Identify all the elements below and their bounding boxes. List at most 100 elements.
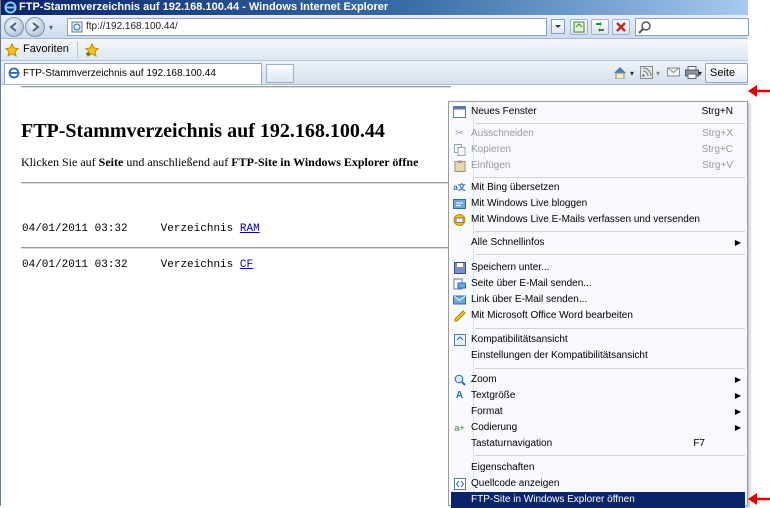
menu-label: Zoom — [471, 374, 497, 385]
bottom-rule — [21, 247, 451, 249]
print-icon[interactable] — [685, 66, 699, 80]
favorites-button[interactable]: Favoriten — [23, 43, 69, 55]
menu-label: Quellcode anzeigen — [471, 478, 560, 489]
menu-label: Mit Bing übersetzen — [471, 182, 560, 193]
back-button[interactable] — [4, 17, 24, 37]
menu-item-zoom[interactable]: Zoom ▶ — [451, 372, 745, 388]
chevron-down-icon — [555, 25, 561, 28]
menu-label: Tastaturnavigation — [471, 438, 553, 449]
window-title: FTP-Stammverzeichnis auf 192.168.100.44 … — [19, 1, 389, 13]
address-field[interactable]: ftp://192.168.100.44/ — [67, 18, 547, 36]
refresh-button[interactable] — [591, 19, 609, 35]
seite-dropdown-menu: Neues Fenster Strg+N ✂ Ausschneiden Strg+X… — [448, 101, 748, 508]
add-favorite-icon[interactable] — [85, 43, 99, 57]
title-bar: FTP-Stammverzeichnis auf 192.168.100.44 … — [1, 0, 748, 15]
print-dropdown-icon[interactable]: ▾ — [698, 69, 702, 83]
menu-item-textgroesse[interactable]: A Textgröße ▶ — [451, 388, 745, 404]
menu-item-neues-fenster[interactable]: Neues Fenster Strg+N — [451, 104, 745, 120]
menu-label: Neues Fenster — [471, 106, 537, 117]
page-icon — [71, 21, 83, 33]
menu-item-kopieren[interactable]: Kopieren Strg+C — [451, 142, 745, 158]
menu-label: Speichern unter... — [471, 262, 550, 273]
save-icon — [453, 262, 466, 274]
hint-ftp-site: FTP-Site in Windows Explorer öffne — [231, 155, 419, 169]
menu-item-live-mail[interactable]: Mit Windows Live E-Mails verfassen und v… — [451, 212, 745, 228]
menu-separator — [475, 254, 745, 255]
menu-item-kompatibilitaet-einstellungen[interactable]: Einstellungen der Kompatibilitätsansicht — [451, 348, 745, 364]
menu-separator — [475, 368, 745, 369]
menu-item-einfuegen[interactable]: Einfügen Strg+V — [451, 158, 745, 174]
textsize-icon: A — [455, 390, 464, 401]
compatibility-button[interactable] — [570, 19, 588, 35]
feeds-icon[interactable] — [640, 66, 653, 80]
address-dropdown-button[interactable] — [551, 19, 565, 34]
back-arrow-icon — [9, 22, 17, 32]
hint-mid: und anschließend auf — [123, 155, 232, 169]
folder-link-ram[interactable]: RAM — [240, 223, 260, 235]
feeds-dropdown-icon[interactable]: ▾ — [656, 69, 660, 83]
menu-shortcut: Strg+X — [702, 128, 733, 139]
mail-icon[interactable] — [667, 66, 680, 80]
menu-separator — [475, 231, 745, 232]
menu-label: Alle Schnellinfos — [471, 237, 545, 248]
favorites-bar: Favoriten — [1, 39, 748, 61]
menu-item-format[interactable]: Format ▶ — [451, 404, 745, 420]
menu-item-word-edit[interactable]: Mit Microsoft Office Word bearbeiten — [451, 308, 745, 324]
source-icon — [453, 478, 466, 490]
menu-item-ausschneiden[interactable]: ✂ Ausschneiden Strg+X — [451, 126, 745, 142]
mail-page-icon — [453, 278, 466, 290]
menu-item-quellcode[interactable]: Quellcode anzeigen — [451, 476, 745, 492]
stop-x-icon — [616, 22, 626, 32]
menu-item-kompatibilitaet[interactable]: Kompatibilitätsansicht — [451, 332, 745, 348]
menu-item-codierung[interactable]: a+ Codierung ▶ — [451, 420, 745, 436]
menu-item-schnellinfos[interactable]: Alle Schnellinfos ▶ — [451, 235, 745, 251]
menu-item-live-blog[interactable]: Mit Windows Live bloggen — [451, 196, 745, 212]
menu-separator — [475, 455, 745, 456]
forward-arrow-icon — [32, 22, 40, 32]
menu-label: Kopieren — [471, 144, 512, 155]
menu-item-bing-translate[interactable]: a文 Mit Bing übersetzen — [451, 180, 745, 196]
menu-label: Ausschneiden — [471, 128, 534, 139]
hint-seite: Seite — [98, 155, 124, 169]
menu-item-speichern-unter[interactable]: Speichern unter... — [451, 260, 745, 276]
pencil-icon — [453, 310, 466, 322]
seite-menu-button[interactable]: Seite ▾ — [705, 63, 748, 97]
submenu-arrow-icon: ▶ — [734, 238, 741, 247]
menu-item-tastaturnavigation[interactable]: Tastaturnavigation F7 — [451, 436, 745, 452]
refresh-icon — [596, 22, 604, 32]
copy-icon — [453, 144, 466, 156]
scissors-icon: ✂ — [455, 128, 464, 139]
menu-label: Kompatibilitätsansicht — [471, 334, 568, 345]
tab-bar: FTP-Stammverzeichnis auf 192.168.100.44 … — [1, 61, 748, 97]
home-dropdown-icon[interactable]: ▾ — [630, 69, 634, 83]
menu-item-eigenschaften[interactable]: Eigenschaften — [451, 460, 745, 476]
folder-link-cf[interactable]: CF — [240, 259, 253, 271]
ie-tab-icon — [8, 67, 20, 79]
menu-label: Mit Microsoft Office Word bearbeiten — [471, 310, 633, 321]
menu-label: Format — [471, 406, 503, 417]
favorites-star-icon — [5, 43, 19, 57]
new-tab-button[interactable] — [266, 64, 294, 83]
zoom-icon — [453, 374, 466, 386]
address-toolbar: ▾ ftp://192.168.100.44/ — [1, 15, 749, 39]
row-type: Verzeichnis — [160, 259, 234, 271]
menu-shortcut: Strg+V — [702, 160, 733, 171]
tab-label: FTP-Stammverzeichnis auf 192.168.100.44 — [23, 68, 216, 79]
menu-label: Einstellungen der Kompatibilitätsansicht — [471, 350, 648, 361]
stop-button[interactable] — [612, 19, 630, 35]
menu-item-seite-email[interactable]: Seite über E-Mail senden... — [451, 276, 745, 292]
home-icon[interactable] — [613, 66, 627, 80]
mail-icon — [453, 214, 466, 226]
blog-icon — [453, 198, 466, 210]
annotation-arrow-seite — [748, 85, 770, 97]
menu-item-link-email[interactable]: Link über E-Mail senden... — [451, 292, 745, 308]
menu-shortcut: Strg+N — [701, 106, 733, 117]
history-dropdown-icon[interactable]: ▾ — [49, 23, 53, 32]
paste-icon — [453, 160, 466, 172]
search-box[interactable] — [635, 18, 749, 36]
forward-button[interactable] — [25, 17, 45, 37]
menu-label: Eigenschaften — [471, 462, 535, 473]
mail-link-icon — [453, 294, 466, 306]
tab-ftp-root[interactable]: FTP-Stammverzeichnis auf 192.168.100.44 — [4, 63, 262, 84]
menu-label: FTP-Site in Windows Explorer öffnen — [471, 494, 635, 505]
